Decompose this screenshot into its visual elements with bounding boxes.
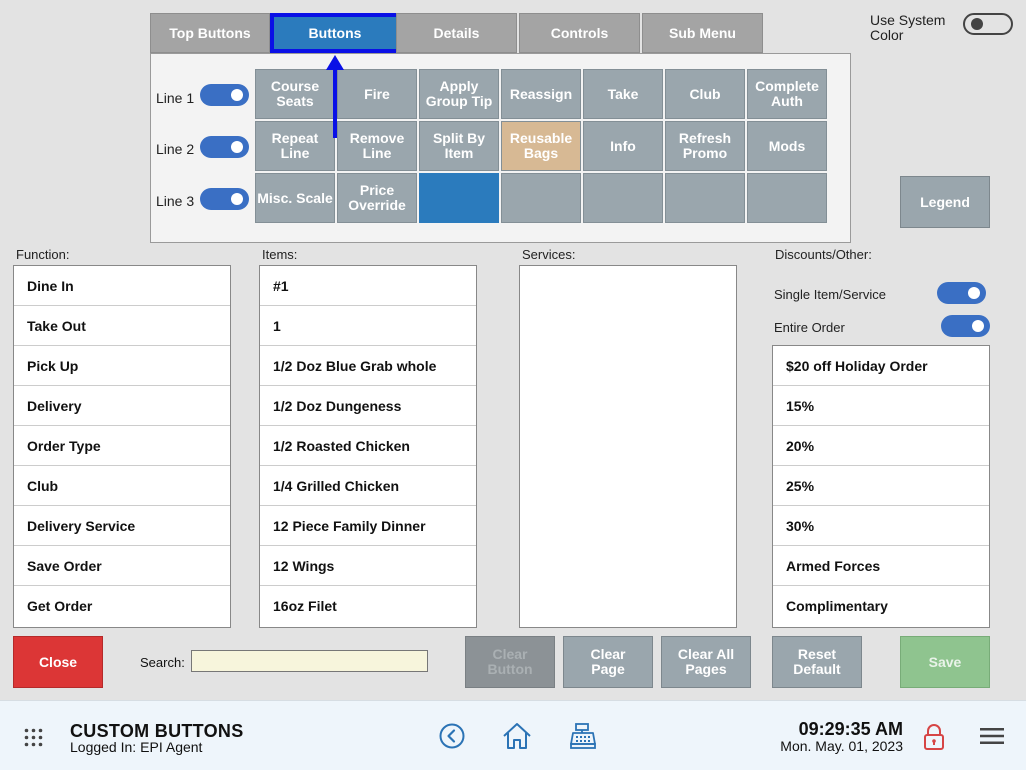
entire-order-toggle[interactable] (941, 315, 990, 337)
reset-default-button[interactable]: Reset Default (772, 636, 862, 688)
clock-time: 09:29:35 AM (798, 719, 903, 739)
footer-bar: CUSTOM BUTTONS Logged In: EPI Agent 09:29… (0, 700, 1026, 770)
clear-page-button[interactable]: Clear Page (563, 636, 653, 688)
clear-all-pages-button[interactable]: Clear All Pages (661, 636, 751, 688)
logged-in-label: Logged In: (70, 739, 137, 755)
grid-button-repeat-line[interactable]: Repeat Line (255, 121, 335, 171)
list-item[interactable]: #1 (260, 266, 476, 306)
clear-button-label: Clear Button (487, 646, 533, 677)
clear-all-pages-label: Clear All Pages (677, 646, 735, 677)
search-input[interactable] (191, 650, 428, 672)
list-item[interactable]: Take Out (14, 306, 230, 346)
services-label: Services: (522, 247, 576, 262)
single-item-service-toggle[interactable] (937, 282, 986, 304)
list-item[interactable]: 1/4 Grilled Chicken (260, 466, 476, 506)
grid-button-club[interactable]: Club (665, 69, 745, 119)
list-item[interactable]: Club (14, 466, 230, 506)
grid-button-misc-scale[interactable]: Misc. Scale (255, 173, 335, 223)
close-button[interactable]: Close (13, 636, 103, 688)
grid-button-reassign[interactable]: Reassign (501, 69, 581, 119)
list-item[interactable]: 15% (773, 386, 989, 426)
tab-details[interactable]: Details (396, 13, 517, 53)
grid-slot-empty[interactable] (665, 173, 745, 223)
list-item[interactable]: 1/2 Doz Dungeness (260, 386, 476, 426)
tab-sub-menu[interactable]: Sub Menu (642, 13, 763, 53)
grid-slot-empty[interactable] (501, 173, 581, 223)
clear-page-label: Clear Page (590, 646, 626, 677)
list-item[interactable]: 16oz Filet (260, 586, 476, 626)
line-1-toggle[interactable] (200, 84, 249, 106)
grid-slot-empty[interactable] (583, 173, 663, 223)
list-item[interactable]: Delivery (14, 386, 230, 426)
grid-button-refresh-promo[interactable]: Refresh Promo (665, 121, 745, 171)
entire-order-label: Entire Order (774, 320, 845, 335)
grid-slot-empty[interactable] (747, 173, 827, 223)
list-item[interactable]: Armed Forces (773, 546, 989, 586)
grid-button-split-by-item[interactable]: Split By Item (419, 121, 499, 171)
list-item[interactable]: 12 Wings (260, 546, 476, 586)
items-label: Items: (262, 247, 298, 262)
list-item[interactable]: Complimentary (773, 586, 989, 626)
line-3-toggle[interactable] (200, 188, 249, 210)
list-item[interactable]: 1/2 Roasted Chicken (260, 426, 476, 466)
list-item[interactable]: Pick Up (14, 346, 230, 386)
list-item[interactable]: Get Order (14, 586, 230, 626)
grid-button-info[interactable]: Info (583, 121, 663, 171)
annotation-arrow-shaft (333, 68, 337, 138)
services-list[interactable] (519, 265, 737, 628)
hamburger-menu-icon[interactable] (980, 727, 1004, 745)
grid-button-apply-group-tip[interactable]: Apply Group Tip (419, 69, 499, 119)
function-label: Function: (16, 247, 70, 262)
discounts-label: Discounts/Other: (775, 247, 872, 262)
app-grid-icon[interactable] (24, 728, 43, 747)
line-1-label: Line 1 (156, 90, 195, 106)
use-system-color-toggle[interactable] (963, 13, 1013, 35)
use-system-color-label: Use System Color (870, 12, 946, 43)
list-item[interactable]: Delivery Service (14, 506, 230, 546)
cash-register-icon[interactable] (569, 722, 597, 750)
grid-button-reusable-bags[interactable]: Reusable Bags (501, 121, 581, 171)
single-item-service-label: Single Item/Service (774, 287, 886, 302)
grid-button-course-seats[interactable]: Course Seats (255, 69, 335, 119)
function-list: Dine In Take Out Pick Up Delivery Order … (13, 265, 231, 628)
list-item[interactable]: 25% (773, 466, 989, 506)
list-item[interactable]: 1 (260, 306, 476, 346)
list-item[interactable]: 20% (773, 426, 989, 466)
grid-button-remove-line[interactable]: Remove Line (337, 121, 417, 171)
items-list: #1 1 1/2 Doz Blue Grab whole 1/2 Doz Dun… (259, 265, 477, 628)
line-2-toggle[interactable] (200, 136, 249, 158)
line-2-label: Line 2 (156, 141, 195, 157)
logged-in-user: EPI Agent (140, 739, 203, 755)
list-item[interactable]: Order Type (14, 426, 230, 466)
list-item[interactable]: 30% (773, 506, 989, 546)
logged-in-info: Logged In: EPI Agent (70, 739, 202, 755)
grid-button-complete-auth[interactable]: Complete Auth (747, 69, 827, 119)
list-item[interactable]: Dine In (14, 266, 230, 306)
line-3-label: Line 3 (156, 193, 195, 209)
grid-slot-selected[interactable] (419, 173, 499, 223)
grid-button-take[interactable]: Take (583, 69, 663, 119)
tab-top-buttons[interactable]: Top Buttons (150, 13, 270, 53)
home-icon[interactable] (502, 721, 532, 751)
list-item[interactable]: $20 off Holiday Order (773, 346, 989, 386)
clock-date: Mon. May. 01, 2023 (780, 738, 903, 754)
discounts-list: $20 off Holiday Order 15% 20% 25% 30% Ar… (772, 345, 990, 628)
grid-button-fire[interactable]: Fire (337, 69, 417, 119)
grid-button-mods[interactable]: Mods (747, 121, 827, 171)
button-grid: Course Seats Fire Apply Group Tip Reassi… (255, 69, 827, 223)
list-item[interactable]: Save Order (14, 546, 230, 586)
save-button[interactable]: Save (900, 636, 990, 688)
list-item[interactable]: 1/2 Doz Blue Grab whole (260, 346, 476, 386)
tab-buttons[interactable]: Buttons (270, 13, 400, 53)
list-item[interactable]: 12 Piece Family Dinner (260, 506, 476, 546)
reset-default-label: Reset Default (793, 646, 841, 677)
tab-controls[interactable]: Controls (519, 13, 640, 53)
legend-button[interactable]: Legend (900, 176, 990, 228)
back-icon[interactable] (439, 723, 465, 749)
clear-button-button[interactable]: Clear Button (465, 636, 555, 688)
lock-icon[interactable] (923, 723, 945, 751)
annotation-arrow-icon (326, 55, 344, 70)
search-label: Search: (140, 655, 185, 670)
grid-button-price-override[interactable]: Price Override (337, 173, 417, 223)
